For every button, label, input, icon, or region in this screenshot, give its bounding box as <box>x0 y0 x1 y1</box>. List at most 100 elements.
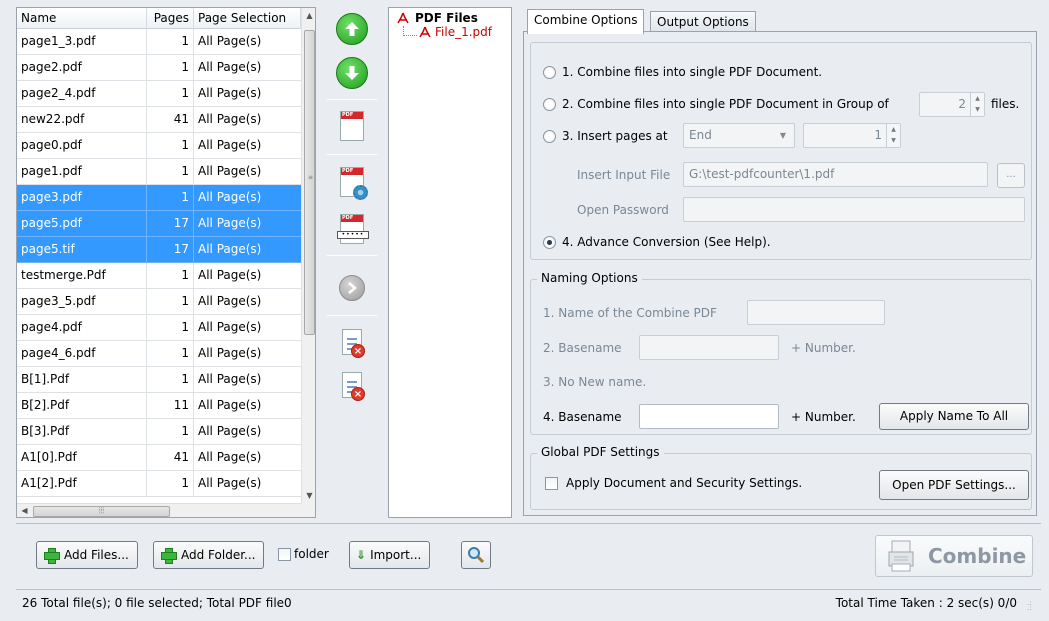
tree-root[interactable]: PDF Files <box>397 11 478 25</box>
file-row[interactable]: page2.pdf 1 All Page(s) <box>17 55 301 81</box>
page-count-cell: 1 <box>147 341 194 366</box>
horizontal-scrollbar[interactable]: ◀ ⦙⦙⦙ <box>17 503 301 517</box>
file-row[interactable]: page5.pdf 17 All Page(s) <box>17 211 301 237</box>
status-left-text: 26 Total file(s); 0 file selected; Total… <box>22 596 292 610</box>
file-list[interactable]: Name Pages Page Selection page1_3.pdf 1 Al… <box>16 7 316 518</box>
insert-input-field[interactable]: G:\test-pdfcounter\1.pdf <box>683 162 988 187</box>
option-3-radio[interactable] <box>543 129 556 143</box>
option-2-row[interactable]: 2. Combine files into single PDF Documen… <box>543 97 889 111</box>
remove-all-button[interactable]: × <box>333 366 371 404</box>
tree-connector <box>403 26 417 36</box>
basename-4-field[interactable] <box>639 404 779 429</box>
page-selection-cell: All Page(s) <box>198 60 262 74</box>
combine-name-label: 1. Name of the Combine PDF <box>543 306 717 320</box>
file-row[interactable]: testmerge.Pdf 1 All Page(s) <box>17 263 301 289</box>
add-files-button[interactable]: Add Files... <box>36 541 138 569</box>
page-range-icon: PDF ••••• <box>337 214 369 244</box>
file-row[interactable]: new22.pdf 41 All Page(s) <box>17 107 301 133</box>
pdf-file-icon <box>419 26 431 39</box>
tab-content: 1. Combine files into single PDF Documen… <box>523 31 1037 516</box>
tree-item-file[interactable]: File_1.pdf <box>419 25 492 39</box>
resize-grip-icon[interactable]: .:.: <box>1027 600 1037 612</box>
naming-options-title: Naming Options <box>537 271 642 285</box>
search-icon <box>468 547 485 564</box>
number-suffix-2: + Number. <box>791 341 856 355</box>
file-row[interactable]: page4_6.pdf 1 All Page(s) <box>17 341 301 367</box>
tab-output-options[interactable]: Output Options <box>650 11 756 33</box>
page-selection-cell: All Page(s) <box>198 242 262 256</box>
search-button[interactable] <box>461 541 491 569</box>
file-row[interactable]: page0.pdf 1 All Page(s) <box>17 133 301 159</box>
apply-settings-row[interactable]: Apply Document and Security Settings. <box>545 476 802 490</box>
file-row[interactable]: A1[2].Pdf 1 All Page(s) <box>17 471 301 497</box>
folder-checkbox-label: folder <box>294 547 329 561</box>
option-3-row[interactable]: 3. Insert pages at <box>543 129 668 143</box>
file-row[interactable]: page4.pdf 1 All Page(s) <box>17 315 301 341</box>
insert-input-label: Insert Input File <box>577 168 671 182</box>
column-pages[interactable]: Pages <box>147 8 194 29</box>
import-button[interactable]: ⇓ Import... <box>349 541 431 569</box>
add-pdf-button[interactable]: PDF <box>333 107 371 145</box>
pdf-settings-button[interactable]: PDF <box>333 163 371 201</box>
scrollbar-corner <box>301 503 315 517</box>
apply-name-to-all-button[interactable]: Apply Name To All <box>879 403 1029 430</box>
file-row[interactable]: B[1].Pdf 1 All Page(s) <box>17 367 301 393</box>
add-folder-button[interactable]: Add Folder... <box>153 541 265 569</box>
option-4-radio[interactable] <box>543 235 556 249</box>
folder-checkbox-row[interactable]: folder <box>278 547 329 561</box>
combine-button[interactable]: Combine <box>875 535 1033 577</box>
file-row[interactable]: A1[0].Pdf 41 All Page(s) <box>17 445 301 471</box>
page-range-button[interactable]: PDF ••••• <box>333 210 371 248</box>
import-label: Import... <box>370 548 422 562</box>
global-settings-title: Global PDF Settings <box>537 445 664 459</box>
scroll-down-icon[interactable]: ▼ <box>302 488 315 503</box>
spinner-arrows-icon[interactable]: ▲ ▼ <box>970 93 984 116</box>
file-row[interactable]: page1_3.pdf 1 All Page(s) <box>17 29 301 55</box>
move-down-button[interactable] <box>333 54 371 92</box>
scroll-up-icon[interactable]: ▲ <box>302 8 315 23</box>
tab-combine-options[interactable]: Combine Options <box>527 9 645 34</box>
file-name-cell: page2.pdf <box>17 55 147 80</box>
vertical-scrollbar[interactable]: ▲ ≡ ▼ <box>301 8 315 503</box>
page-count-cell: 1 <box>147 471 194 496</box>
column-name[interactable]: Name <box>17 8 147 29</box>
move-up-icon <box>336 13 368 45</box>
browse-button[interactable]: ... <box>997 163 1025 188</box>
column-page-selection[interactable]: Page Selection <box>194 8 301 29</box>
horizontal-scroll-thumb[interactable]: ⦙⦙⦙ <box>33 506 170 517</box>
insert-position-select[interactable]: End ▼ <box>683 123 795 148</box>
scroll-thumb[interactable]: ≡ <box>304 30 315 335</box>
remove-file-button[interactable]: × <box>333 323 371 361</box>
file-row[interactable]: B[3].Pdf 1 All Page(s) <box>17 419 301 445</box>
file-row[interactable]: page5.tif 17 All Page(s) <box>17 237 301 263</box>
page-selection-cell: All Page(s) <box>198 294 262 308</box>
option-1-row[interactable]: 1. Combine files into single PDF Documen… <box>543 65 822 79</box>
option-3-label: 3. Insert pages at <box>562 129 668 143</box>
next-button[interactable] <box>333 269 371 307</box>
move-up-button[interactable] <box>333 10 371 48</box>
file-row[interactable]: page2_4.pdf 1 All Page(s) <box>17 81 301 107</box>
file-row[interactable]: page3.pdf 1 All Page(s) <box>17 185 301 211</box>
insert-page-spinner[interactable]: 1 ▲ ▼ <box>803 123 901 148</box>
file-row[interactable]: page3_5.pdf 1 All Page(s) <box>17 289 301 315</box>
pdf-tree-panel[interactable]: PDF Files File_1.pdf <box>388 7 512 518</box>
options-panel: Combine Options Output Options 1. Combin… <box>521 7 1041 518</box>
option-1-radio[interactable] <box>543 65 556 79</box>
file-row[interactable]: B[2].Pdf 11 All Page(s) <box>17 393 301 419</box>
combine-name-field[interactable] <box>747 300 885 325</box>
file-row[interactable]: page1.pdf 1 All Page(s) <box>17 159 301 185</box>
file-name-cell: page3_5.pdf <box>17 289 147 314</box>
folder-checkbox[interactable] <box>278 547 291 561</box>
chevron-down-icon: ▼ <box>779 131 786 140</box>
open-password-field[interactable] <box>683 197 1025 222</box>
group-of-spinner[interactable]: 2 ▲ ▼ <box>919 92 985 117</box>
option-2-radio[interactable] <box>543 97 556 111</box>
scroll-left-icon[interactable]: ◀ <box>17 504 32 517</box>
open-pdf-settings-button[interactable]: Open PDF Settings... <box>879 470 1029 500</box>
page-count-cell: 1 <box>147 419 194 444</box>
page-selection-cell: All Page(s) <box>198 190 262 204</box>
apply-settings-checkbox[interactable] <box>545 476 558 490</box>
spinner-arrows-icon[interactable]: ▲ ▼ <box>886 124 900 147</box>
option-4-row[interactable]: 4. Advance Conversion (See Help). <box>543 235 771 249</box>
basename-2-field[interactable] <box>639 335 779 360</box>
